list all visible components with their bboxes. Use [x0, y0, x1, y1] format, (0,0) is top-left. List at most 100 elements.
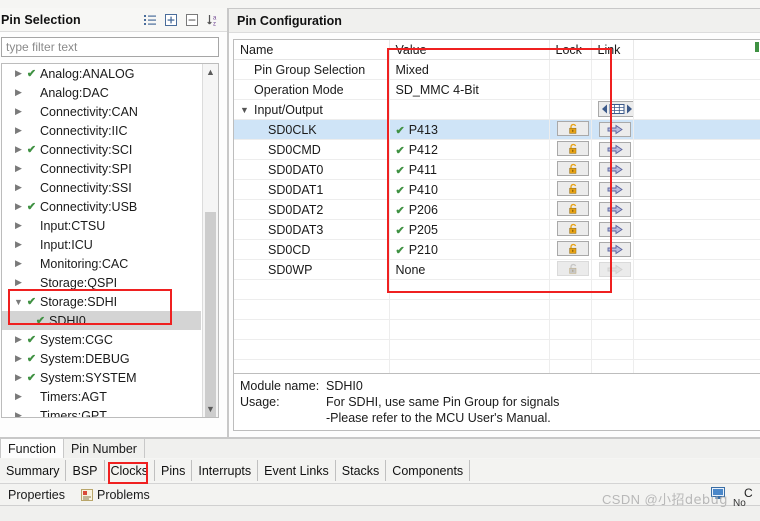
- link-arrow-icon[interactable]: [599, 141, 631, 157]
- link-arrow-icon[interactable]: [599, 221, 631, 237]
- chevron-right-icon[interactable]: ▶: [12, 258, 25, 269]
- cell-lock[interactable]: [549, 239, 592, 260]
- cell-lock[interactable]: [549, 119, 592, 140]
- pin-grid-navigator-icon[interactable]: [597, 101, 632, 117]
- cell-lock[interactable]: [549, 259, 592, 280]
- lock-icon[interactable]: [557, 221, 589, 237]
- scrollbar-thumb[interactable]: [205, 212, 216, 417]
- cell-link[interactable]: [591, 199, 634, 220]
- column-header-link[interactable]: Link: [591, 40, 634, 60]
- table-row[interactable]: SD0DAT2 ✔ P206: [234, 199, 760, 220]
- tree-item-timers-agt[interactable]: ▶ Timers:AGT: [2, 387, 201, 406]
- chevron-down-icon[interactable]: ▼: [12, 297, 25, 307]
- table-row[interactable]: Pin Group Selection Mixed: [234, 59, 760, 80]
- cell-value[interactable]: ✔ P413: [389, 119, 550, 140]
- view-tab-pin-number[interactable]: Pin Number: [63, 439, 145, 458]
- cell-value[interactable]: ✔ P210: [389, 239, 550, 260]
- module-tree[interactable]: ▶ ✔ Analog:ANALOG ▶ Analog:DAC ▶ Connectivity:…: [1, 63, 219, 418]
- chevron-right-icon[interactable]: ▶: [12, 106, 25, 117]
- editor-tab-clocks[interactable]: Clocks: [105, 460, 156, 481]
- tree-item-system-cgc[interactable]: ▶ ✔ System:CGC: [2, 330, 201, 349]
- tree-item-sdhi0[interactable]: ✔ SDHI0: [2, 311, 201, 330]
- cell-lock[interactable]: [549, 139, 592, 160]
- lock-icon[interactable]: [557, 201, 589, 217]
- cell-value[interactable]: ✔ P412: [389, 139, 550, 160]
- table-row[interactable]: SD0CLK ✔ P413: [234, 119, 760, 140]
- cell-value[interactable]: ✔ P410: [389, 179, 550, 200]
- cell-value[interactable]: ✔ P411: [389, 159, 550, 180]
- tree-item-storage-qspi[interactable]: ▶ Storage:QSPI: [2, 273, 201, 292]
- chevron-right-icon[interactable]: ▶: [12, 125, 25, 136]
- cell-value[interactable]: [389, 99, 550, 120]
- chevron-right-icon[interactable]: ▶: [12, 201, 25, 212]
- list-view-icon[interactable]: [141, 11, 158, 28]
- table-row[interactable]: ▼ Input/Output: [234, 99, 760, 120]
- lock-icon[interactable]: [557, 161, 589, 177]
- tree-item-analog-dac[interactable]: ▶ Analog:DAC: [2, 83, 201, 102]
- cell-link[interactable]: [591, 239, 634, 260]
- table-row-empty[interactable]: [234, 339, 760, 360]
- chevron-right-icon[interactable]: ▶: [12, 277, 25, 288]
- cell-link[interactable]: [591, 119, 634, 140]
- chevron-right-icon[interactable]: ▶: [12, 353, 25, 364]
- table-row[interactable]: SD0CD ✔ P210: [234, 239, 760, 260]
- column-header-name[interactable]: Name: [234, 40, 390, 60]
- chevron-right-icon[interactable]: ▶: [12, 334, 25, 345]
- cell-link[interactable]: [591, 139, 634, 160]
- cell-lock[interactable]: [549, 199, 592, 220]
- table-row[interactable]: SD0CMD ✔ P412: [234, 139, 760, 160]
- collapse-all-icon[interactable]: [183, 11, 200, 28]
- cell-lock[interactable]: [549, 219, 592, 240]
- table-row-empty[interactable]: [234, 299, 760, 320]
- table-row-empty[interactable]: [234, 319, 760, 340]
- scroll-up-arrow-icon[interactable]: ▲: [203, 64, 218, 80]
- pin-configuration-table[interactable]: Name Value Lock Link Pin Group Selection…: [233, 39, 760, 377]
- cell-value[interactable]: Mixed: [389, 59, 550, 80]
- cell-link[interactable]: [591, 159, 634, 180]
- lock-icon[interactable]: [557, 141, 589, 157]
- column-header-value[interactable]: Value: [389, 40, 550, 60]
- tree-item-timers-gpt[interactable]: ▶ Timers:GPT: [2, 406, 201, 418]
- chevron-right-icon[interactable]: ▶: [12, 220, 25, 231]
- lock-icon[interactable]: [557, 241, 589, 257]
- cell-value[interactable]: ✔ P206: [389, 199, 550, 220]
- cell-link[interactable]: [591, 99, 634, 120]
- expand-all-icon[interactable]: [162, 11, 179, 28]
- link-arrow-icon[interactable]: [599, 161, 631, 177]
- tree-item-analog-analog[interactable]: ▶ ✔ Analog:ANALOG: [2, 64, 201, 83]
- lock-icon[interactable]: [557, 121, 589, 137]
- table-row[interactable]: SD0DAT0 ✔ P411: [234, 159, 760, 180]
- tree-item-monitoring-cac[interactable]: ▶ Monitoring:CAC: [2, 254, 201, 273]
- chevron-right-icon[interactable]: ▶: [12, 239, 25, 250]
- cell-value[interactable]: None: [389, 259, 550, 280]
- tree-item-connectivity-can[interactable]: ▶ Connectivity:CAN: [2, 102, 201, 121]
- editor-tab-interrupts[interactable]: Interrupts: [192, 460, 259, 481]
- link-arrow-icon[interactable]: [599, 121, 631, 137]
- table-row[interactable]: Operation Mode SD_MMC 4-Bit: [234, 79, 760, 100]
- tree-item-system-system[interactable]: ▶ ✔ System:SYSTEM: [2, 368, 201, 387]
- cell-lock[interactable]: [549, 179, 592, 200]
- cell-link[interactable]: [591, 219, 634, 240]
- tree-item-connectivity-ssi[interactable]: ▶ Connectivity:SSI: [2, 178, 201, 197]
- table-row-empty[interactable]: [234, 279, 760, 300]
- chevron-right-icon[interactable]: ▶: [12, 182, 25, 193]
- table-row[interactable]: SD0WP None: [234, 259, 760, 280]
- chevron-right-icon[interactable]: ▶: [12, 68, 25, 79]
- chevron-down-icon[interactable]: ▼: [240, 105, 250, 115]
- chevron-right-icon[interactable]: ▶: [12, 163, 25, 174]
- console-tab-properties[interactable]: Properties: [0, 484, 73, 505]
- sort-az-icon[interactable]: a z: [204, 11, 221, 28]
- link-arrow-icon[interactable]: [599, 181, 631, 197]
- table-row[interactable]: SD0DAT1 ✔ P410: [234, 179, 760, 200]
- filter-input[interactable]: [1, 37, 219, 57]
- cell-lock[interactable]: [549, 159, 592, 180]
- link-arrow-icon[interactable]: [599, 241, 631, 257]
- console-tab-problems[interactable]: Problems: [73, 484, 158, 505]
- chevron-right-icon[interactable]: ▶: [12, 372, 25, 383]
- column-header-lock[interactable]: Lock: [549, 40, 592, 60]
- chevron-right-icon[interactable]: ▶: [12, 391, 25, 402]
- tree-item-connectivity-spi[interactable]: ▶ Connectivity:SPI: [2, 159, 201, 178]
- cell-value[interactable]: ✔ P205: [389, 219, 550, 240]
- editor-tab-bsp[interactable]: BSP: [66, 460, 105, 481]
- tree-item-input-icu[interactable]: ▶ Input:ICU: [2, 235, 201, 254]
